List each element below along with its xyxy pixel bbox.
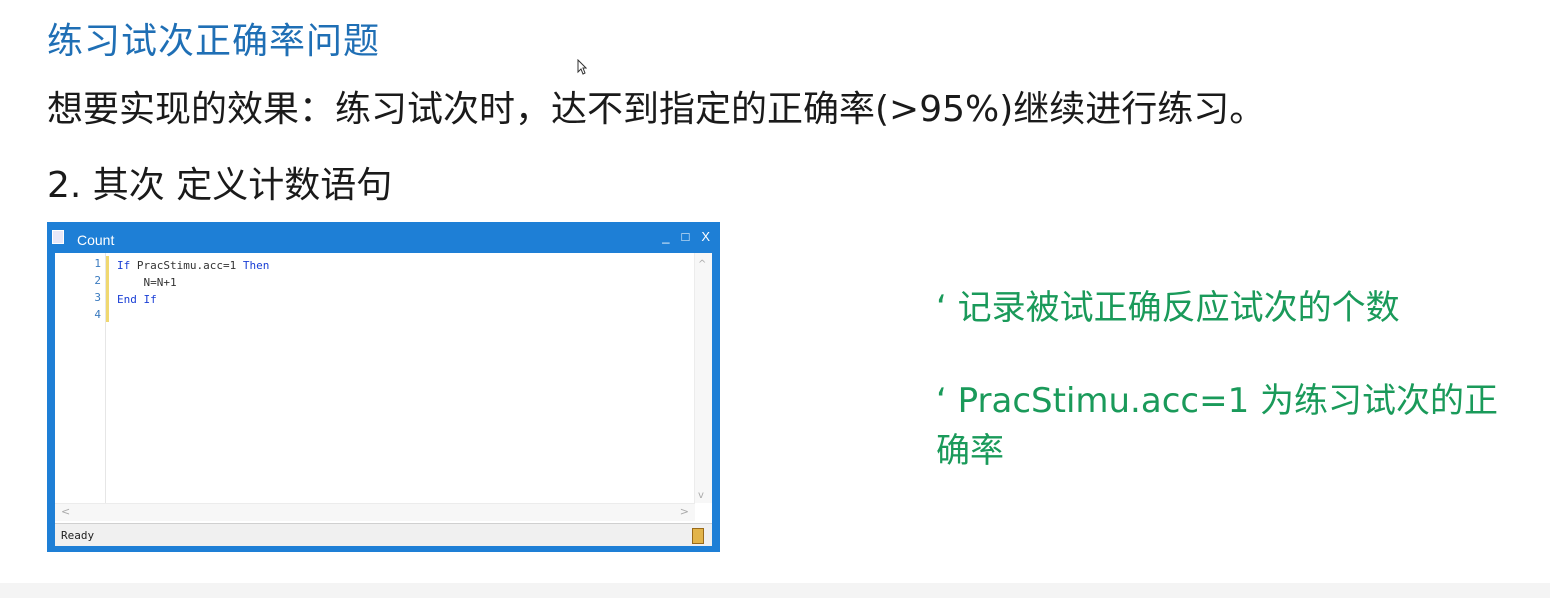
- status-bar: Ready: [55, 523, 712, 546]
- horizontal-scrollbar[interactable]: < >: [55, 503, 695, 521]
- line-number-gutter: 1 2 3 4: [55, 253, 106, 503]
- minimize-button[interactable]: _: [662, 229, 669, 244]
- code-keyword: Then: [242, 259, 270, 272]
- code-editor[interactable]: 1 2 3 4 If PracStimu.acc=1 Then N=N+1 En…: [55, 253, 712, 528]
- player-control-bar: [0, 583, 1550, 598]
- line-number: 3: [94, 291, 101, 304]
- slide-subtitle: 想要实现的效果：练习试次时，达不到指定的正确率(>95%)继续进行练习。: [47, 89, 1266, 130]
- scroll-left-icon[interactable]: <: [61, 505, 70, 518]
- close-button[interactable]: X: [701, 229, 710, 244]
- line-number: 4: [94, 308, 101, 321]
- window-controls: _ □ X: [662, 229, 710, 244]
- code-token: PracStimu.acc=1: [130, 259, 243, 272]
- step-heading: 2. 其次 定义计数语句: [47, 165, 393, 206]
- mouse-cursor-icon: [577, 59, 587, 75]
- slide-title: 练习试次正确率问题: [47, 21, 381, 62]
- window-app-icon: [52, 230, 64, 244]
- hourglass-icon: [692, 528, 704, 544]
- line-number: 1: [94, 257, 101, 270]
- code-line: End If: [117, 291, 269, 308]
- scroll-up-icon[interactable]: ^: [698, 259, 706, 270]
- maximize-button[interactable]: □: [681, 229, 689, 244]
- scroll-down-icon[interactable]: v: [698, 490, 704, 501]
- comment-note-count: ‘ 记录被试正确反应试次的个数: [936, 288, 1400, 328]
- code-keyword: If: [117, 259, 131, 272]
- code-line: If PracStimu.acc=1 Then: [117, 257, 269, 274]
- code-keyword: End: [117, 293, 137, 306]
- window-title: Count: [77, 232, 115, 248]
- line-number: 2: [94, 274, 101, 287]
- script-editor-window: Count _ □ X 1 2 3 4 If PracStimu.acc=1 T…: [47, 222, 720, 552]
- code-keyword: If: [143, 293, 157, 306]
- status-text: Ready: [61, 529, 95, 542]
- vertical-scrollbar[interactable]: ^ v: [694, 253, 712, 503]
- code-line: N=N+1: [117, 276, 177, 289]
- code-text[interactable]: If PracStimu.acc=1 Then N=N+1 End If: [117, 257, 269, 325]
- change-marker: [106, 256, 109, 322]
- window-titlebar[interactable]: Count _ □ X: [47, 222, 720, 252]
- scroll-right-icon[interactable]: >: [680, 505, 689, 518]
- comment-note-accuracy: ‘ PracStimu.acc=1 为练习试次的正确率: [936, 381, 1499, 471]
